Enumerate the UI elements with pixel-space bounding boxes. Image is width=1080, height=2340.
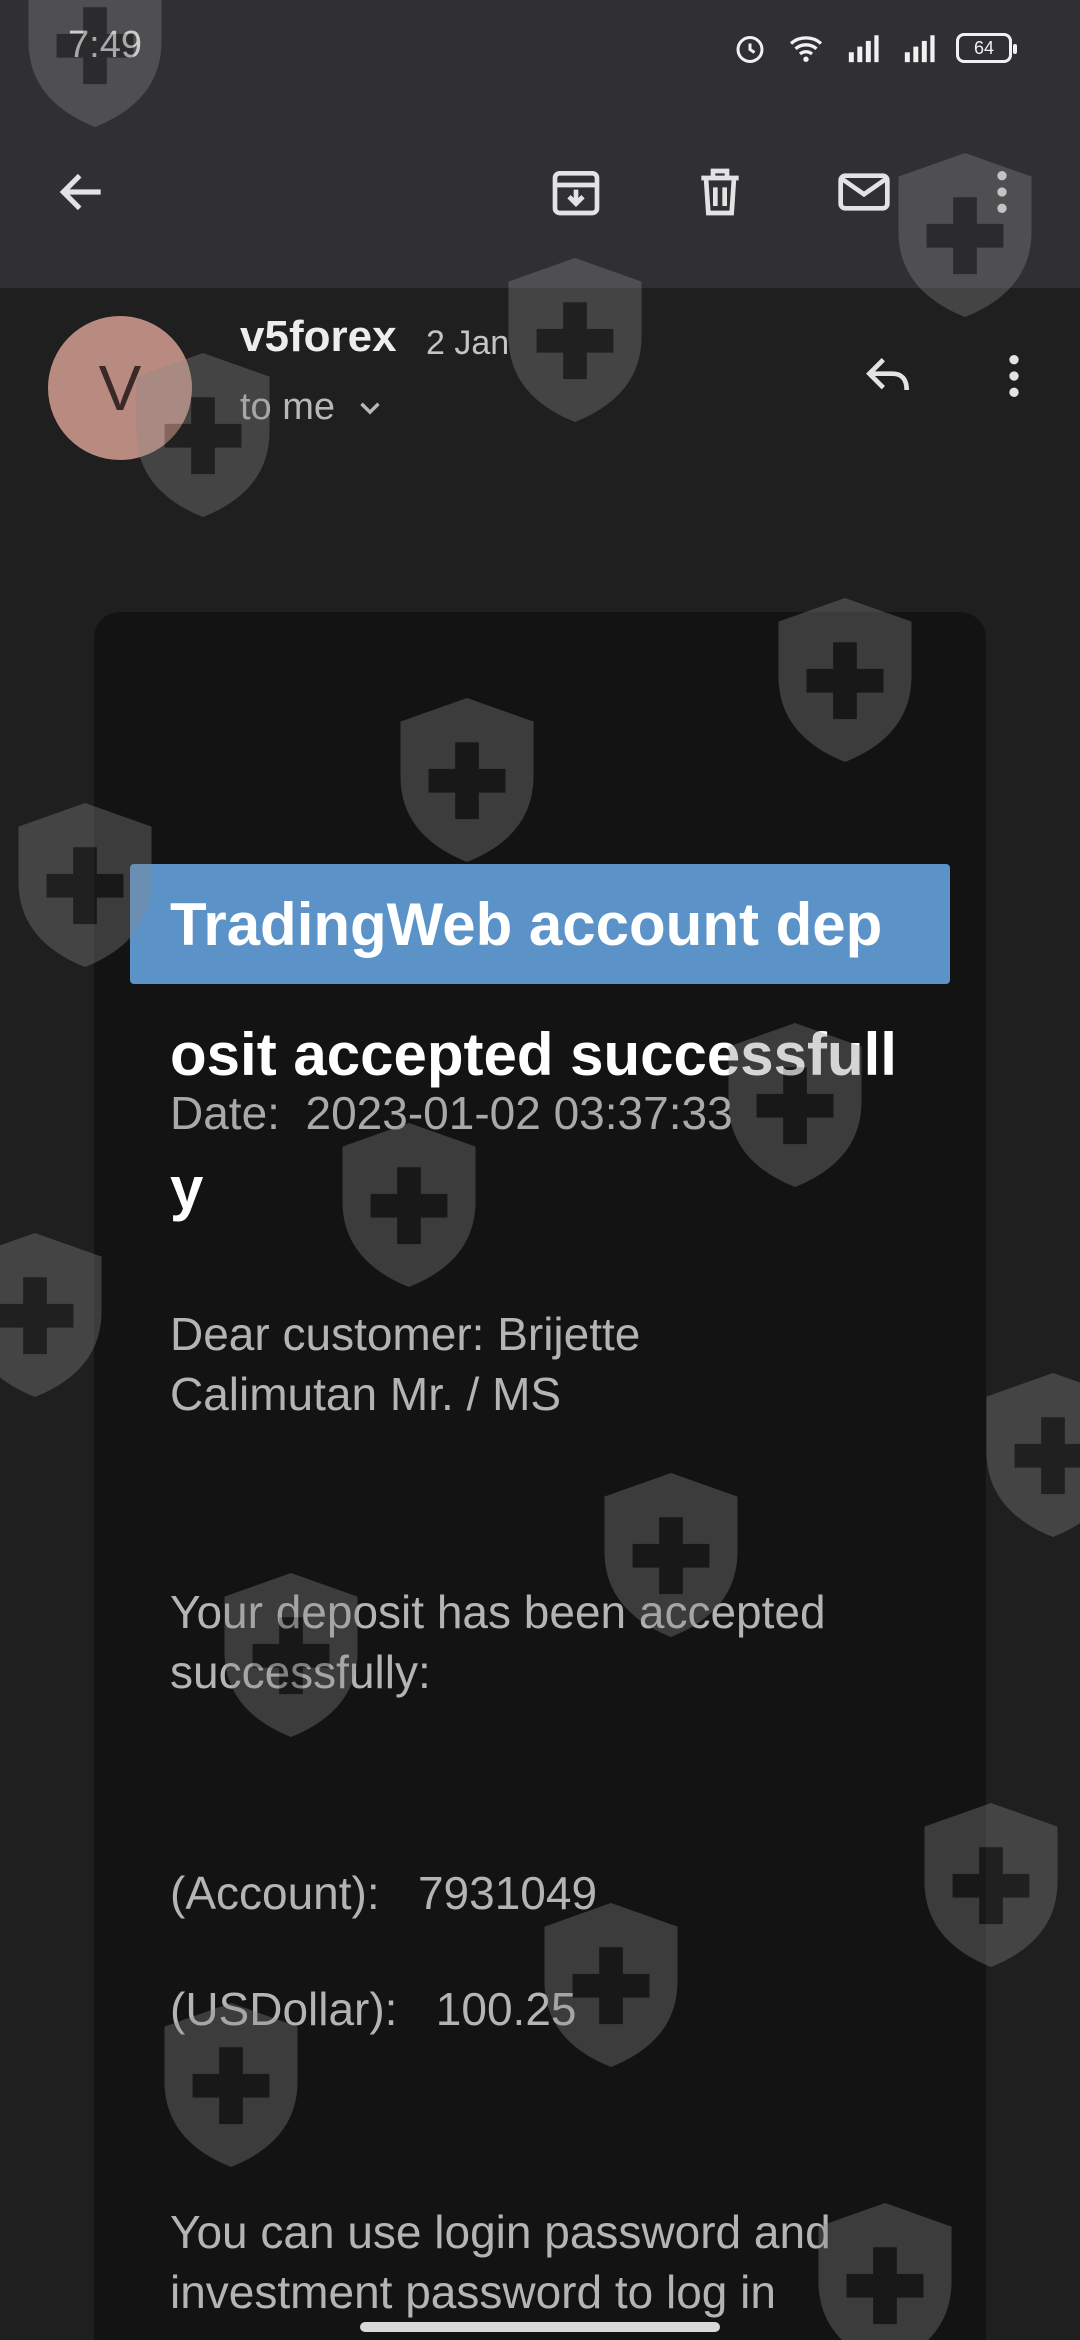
archive-icon[interactable]: [536, 152, 616, 232]
subject-line-2: osit accepted successfull: [170, 1021, 897, 1088]
footer-line-2: investment password to log in: [170, 2266, 776, 2318]
deposit-amount: (USDollar): 100.25: [170, 1983, 577, 2035]
subject-line-3: y: [170, 1155, 204, 1222]
chevron-down-icon: [360, 402, 380, 415]
recipient-toggle[interactable]: to me: [240, 386, 387, 429]
email-date: 2 Jan: [426, 324, 510, 362]
subject-line-1: TradingWeb account dep: [170, 891, 883, 958]
footer-line-1: You can use login password and: [170, 2206, 831, 2258]
alarm-icon: [736, 36, 764, 63]
status-time: 7:49: [68, 24, 142, 66]
greeting-line-2: Calimutan Mr. / MS: [170, 1368, 562, 1420]
wifi-icon: [789, 36, 823, 62]
sender-name[interactable]: v5forex: [240, 312, 397, 362]
status-bar: 7:49 64: [0, 0, 1080, 96]
greeting-line-1: Dear customer: Brijette: [170, 1308, 641, 1360]
top-app-bar: [0, 96, 1080, 288]
signal-icon: [904, 35, 935, 63]
account-number: (Account): 7931049: [170, 1867, 598, 1919]
deposit-date: Date: 2023-01-02 03:37:33: [170, 1087, 733, 1139]
avatar[interactable]: V: [48, 316, 192, 460]
deposit-message: Your deposit has been accepted successfu…: [170, 1582, 930, 1702]
deposit-line-1: Your deposit has been accepted: [170, 1586, 826, 1638]
recipient-label: to me: [240, 386, 336, 428]
mail-icon[interactable]: [824, 152, 904, 232]
delete-icon[interactable]: [680, 152, 760, 232]
more-vert-icon[interactable]: [962, 152, 1042, 232]
footer-text: You can use login password and investmen…: [170, 2202, 930, 2322]
deposit-line-2: successfully:: [170, 1646, 431, 1698]
battery-icon: 64: [956, 33, 1017, 63]
back-arrow-icon[interactable]: [42, 152, 122, 232]
home-indicator[interactable]: [360, 2322, 720, 2332]
signal-icon: [848, 35, 879, 63]
more-vert-icon[interactable]: [974, 336, 1054, 416]
battery-level: 64: [973, 37, 995, 58]
status-icons: 64: [732, 28, 1017, 68]
avatar-letter: V: [98, 352, 142, 424]
greeting: Dear customer: Brijette Calimutan Mr. / …: [170, 1304, 930, 1424]
reply-icon[interactable]: [848, 336, 928, 416]
shield-watermark-icon: [986, 1372, 1080, 1538]
